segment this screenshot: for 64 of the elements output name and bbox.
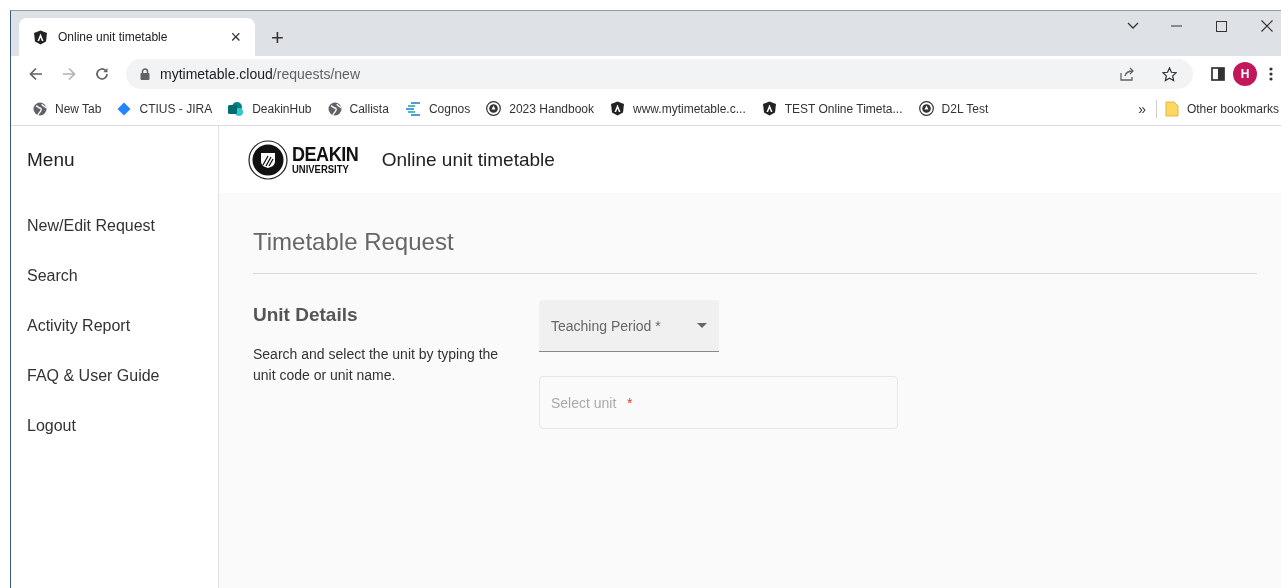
section-title: Unit Details [253, 303, 359, 326]
profile-avatar[interactable]: H [1233, 62, 1257, 86]
bars-icon [404, 101, 421, 116]
menu-item[interactable]: FAQ & User Guide [11, 351, 218, 401]
folder-icon [1164, 100, 1179, 117]
bookmark-label: Callista [349, 101, 389, 116]
star-icon[interactable] [1162, 66, 1177, 82]
bookmark[interactable]: 2023 Handbook [478, 96, 602, 121]
address-bar[interactable]: mytimetable.cloud/requests/new [126, 59, 1193, 89]
chevron-down-icon[interactable] [1127, 22, 1139, 30]
bookmark-label: Cognos [428, 101, 471, 116]
page-heading: Timetable Request [253, 228, 455, 257]
bookmark-label: TEST Online Timeta... [784, 101, 903, 116]
bookmark[interactable]: Cognos [396, 96, 479, 121]
tab-title: Online unit timetable [58, 30, 169, 44]
menu-item[interactable]: Search [11, 251, 218, 301]
maximize-icon[interactable] [1216, 20, 1227, 32]
menu-title: Menu [26, 148, 76, 171]
bookmark[interactable]: CTIUS - JIRA [109, 96, 221, 121]
badge-icon [486, 101, 502, 116]
bookmark[interactable]: Callista [319, 96, 397, 121]
lock-icon [140, 68, 150, 80]
reload-icon[interactable] [94, 67, 109, 81]
diamond-icon [117, 101, 132, 116]
close-icon[interactable] [1261, 20, 1273, 32]
bookmark[interactable]: DeakinHub [220, 96, 320, 121]
bookmark-label: Other bookmarks [1186, 101, 1279, 116]
sharepoint-icon [228, 101, 245, 116]
bookmark[interactable]: New Tab [25, 96, 110, 121]
back-arrow-icon[interactable] [28, 67, 43, 81]
bookmark-label: DeakinHub [252, 101, 312, 116]
teaching-period-dropdown[interactable]: Teaching Period * [539, 300, 719, 352]
university-logo: DEAKIN UNIVERSITY [248, 139, 366, 180]
globe-icon [33, 101, 47, 116]
caret-icon [697, 323, 707, 328]
browser-tab[interactable]: Online unit timetable × [19, 18, 255, 56]
unit-field[interactable]: Select unit [551, 394, 623, 411]
bookmark-label: www.mytimetable.c... [633, 101, 746, 116]
bookmark[interactable]: D2L Test [910, 96, 997, 121]
bookmark-label: New Tab [55, 101, 102, 116]
shield-icon [33, 29, 48, 45]
globe-icon [327, 101, 342, 116]
bookmark-label: CTIUS - JIRA [139, 101, 213, 116]
menu-icon[interactable] [1269, 67, 1273, 81]
menu-item[interactable]: Activity Report [11, 301, 218, 351]
url-text: mytimetable.cloud/requests/new [160, 66, 360, 82]
section-description: Search and select the unit by typing the unit code or unit name. [253, 345, 500, 385]
app-title: Online unit timetable [381, 148, 555, 171]
new-tab-button[interactable]: + [267, 27, 288, 49]
required-mark: * [627, 394, 633, 411]
bookmark-label: 2023 Handbook [509, 101, 594, 116]
tab-close-button[interactable]: × [226, 28, 245, 46]
shield-icon [761, 101, 777, 116]
bookmarks-overflow[interactable]: » [1138, 99, 1157, 118]
share-icon[interactable] [1120, 67, 1136, 81]
side-panel-icon[interactable] [1211, 67, 1225, 81]
shield-icon [610, 101, 625, 116]
menu-item[interactable]: Logout [11, 401, 218, 451]
badge-icon [918, 101, 934, 116]
menu-item[interactable]: New/Edit Request [11, 201, 218, 251]
bookmark[interactable]: TEST Online Timeta... [753, 96, 911, 121]
bookmark-label: D2L Test [941, 101, 989, 116]
bookmark-folder[interactable]: Other bookmarks [1156, 96, 1281, 121]
bookmark[interactable]: www.mytimetable.c... [602, 96, 754, 121]
